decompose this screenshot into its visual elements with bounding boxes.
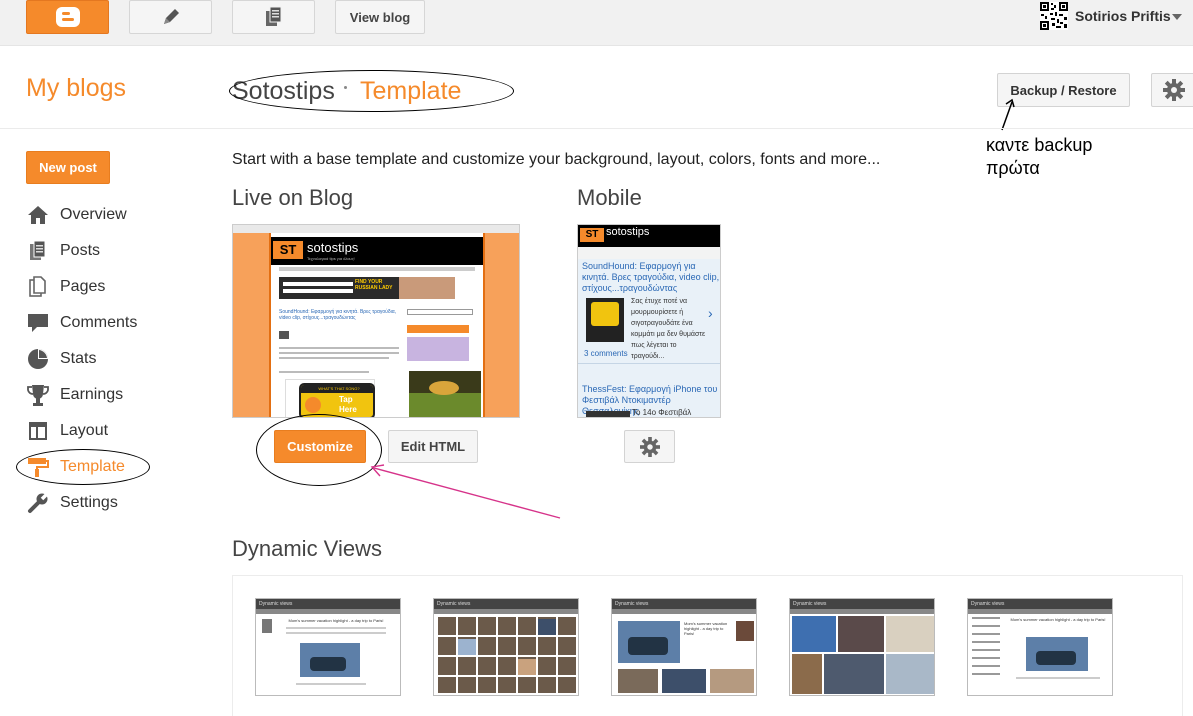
gear-icon bbox=[639, 436, 660, 457]
dynamic-view-headline: Mom's summer vacation highlight - a day … bbox=[288, 618, 384, 623]
sidebar-item-overview[interactable]: Overview bbox=[26, 203, 176, 227]
sidebar-item-label: Layout bbox=[60, 422, 109, 439]
dynamic-view-flipcard[interactable]: Dynamic views bbox=[433, 598, 579, 696]
sidebar-item-settings[interactable]: Settings bbox=[26, 491, 176, 515]
my-blogs-link[interactable]: My blogs bbox=[26, 74, 126, 103]
dynamic-view-title: Dynamic views bbox=[968, 599, 1112, 609]
customize-button[interactable]: Customize bbox=[274, 430, 366, 463]
sidebar-item-earnings[interactable]: Earnings bbox=[26, 383, 176, 407]
sidebar-item-stats[interactable]: Stats bbox=[26, 347, 176, 371]
sidebar-item-label: Posts bbox=[60, 242, 101, 259]
preview-ad-text: FIND YOUR RUSSIAN LADY bbox=[355, 279, 393, 291]
pages-icon bbox=[26, 276, 50, 298]
preview-app-badge-top: WHAT'S THAT SONG? bbox=[301, 385, 373, 393]
preview-blog-title: sotostips bbox=[307, 240, 359, 255]
dynamic-view-magazine[interactable]: Dynamic views Mom's summer vacation high… bbox=[611, 598, 757, 696]
sidebar-item-label: Earnings bbox=[60, 386, 124, 403]
view-blog-button[interactable]: View blog bbox=[335, 0, 425, 34]
username[interactable]: Sotirios Priftis bbox=[1075, 8, 1171, 24]
template-highlight-oval bbox=[16, 449, 150, 485]
preview-menu bbox=[279, 267, 475, 271]
preview-side-image bbox=[409, 371, 481, 417]
preview-tagline: Τεχνολογικά tips για όλους! bbox=[307, 256, 355, 261]
sidebar-item-label: Comments bbox=[60, 314, 138, 331]
live-template-preview[interactable]: ST sotostips Τεχνολογικά tips για όλους!… bbox=[232, 224, 520, 418]
sidebar-item-comments[interactable]: Comments bbox=[26, 311, 176, 335]
annotation-pink-arrow-icon bbox=[370, 464, 561, 519]
sidebar-item-label: Stats bbox=[60, 350, 97, 367]
annotation-line-2: πρώτα bbox=[986, 158, 1040, 178]
dynamic-view-headline: Mom's summer vacation highlight - a day … bbox=[684, 621, 728, 636]
blogger-logo-button[interactable] bbox=[26, 0, 109, 34]
dynamic-view-title: Dynamic views bbox=[434, 599, 578, 609]
wrench-icon bbox=[26, 492, 50, 514]
preview-navbar bbox=[233, 225, 519, 233]
new-post-button[interactable]: New post bbox=[26, 151, 110, 184]
mobile-preview-post2-snippet: Το 14ο Φεστιβάλ bbox=[632, 408, 692, 417]
mobile-settings-button[interactable] bbox=[624, 430, 675, 463]
dynamic-view-title: Dynamic views bbox=[790, 599, 934, 609]
annotation-arrow-icon bbox=[1001, 98, 1015, 131]
chevron-down-icon[interactable] bbox=[1172, 14, 1182, 20]
gear-icon bbox=[1162, 79, 1185, 101]
preview-app-badge-text: Tap Here bbox=[339, 395, 357, 414]
sidebar-item-label: Overview bbox=[60, 206, 127, 223]
mobile-preview-post1-title: SoundHound: Εφαρμογή για κινητά. Βρες τρ… bbox=[582, 261, 720, 293]
mobile-preview-post1-snippet: Σας έτυχε ποτέ να μουρμουρίσετε ή σιγοτρ… bbox=[631, 298, 706, 360]
dynamic-view-classic[interactable]: Dynamic views Mom's summer vacation high… bbox=[255, 598, 401, 696]
copy-icon bbox=[265, 6, 281, 26]
edit-html-button[interactable]: Edit HTML bbox=[388, 430, 478, 463]
mobile-heading: Mobile bbox=[577, 185, 642, 210]
top-bar: View blog Sotirios Priftis bbox=[0, 0, 1193, 46]
mobile-template-preview[interactable]: ST sotostips SoundHound: Εφαρμογή για κι… bbox=[577, 224, 721, 418]
mobile-preview-header: ST sotostips bbox=[578, 225, 720, 247]
annotation-line-1: καντε backup bbox=[986, 135, 1093, 155]
qr-code-icon bbox=[1040, 2, 1068, 30]
pencil-icon bbox=[163, 9, 179, 24]
settings-gear-button[interactable] bbox=[1151, 73, 1193, 107]
preview-post-title: SoundHound: Εφαρμογή για κινητά. Βρες τρ… bbox=[279, 309, 397, 321]
layout-icon bbox=[26, 420, 50, 442]
mobile-preview-post1-image bbox=[586, 298, 624, 342]
blogger-logo-icon bbox=[55, 7, 80, 27]
posts-icon bbox=[26, 240, 50, 262]
new-post-pencil-button[interactable] bbox=[129, 0, 212, 34]
home-icon bbox=[26, 204, 50, 226]
mobile-preview-comments: 3 comments bbox=[584, 349, 628, 358]
pie-chart-icon bbox=[26, 348, 50, 370]
dynamic-view-sidebar[interactable]: Dynamic views Mom's summer vacation high… bbox=[967, 598, 1113, 696]
dynamic-view-headline: Mom's summer vacation highlight - a day … bbox=[1010, 617, 1106, 622]
dynamic-view-title: Dynamic views bbox=[256, 599, 400, 609]
header-divider bbox=[0, 128, 1193, 129]
sidebar-item-label: Pages bbox=[60, 278, 106, 295]
preview-header: ST sotostips Τεχνολογικά tips για όλους! bbox=[271, 237, 483, 265]
dynamic-views-heading: Dynamic Views bbox=[232, 536, 382, 561]
dynamic-view-title: Dynamic views bbox=[612, 599, 756, 609]
mobile-preview-title: sotostips bbox=[606, 226, 650, 238]
comments-icon bbox=[26, 312, 50, 334]
preview-app-badge: WHAT'S THAT SONG? Tap Here bbox=[299, 383, 375, 417]
dynamic-view-mosaic[interactable]: Dynamic views bbox=[789, 598, 935, 696]
sidebar-item-label: Settings bbox=[60, 494, 118, 511]
posts-list-button[interactable] bbox=[232, 0, 315, 34]
trophy-icon bbox=[26, 384, 50, 406]
intro-text: Start with a base template and customize… bbox=[232, 151, 881, 168]
title-highlight-oval bbox=[229, 70, 514, 112]
preview-ad-banner: FIND YOUR RUSSIAN LADY bbox=[279, 277, 455, 299]
sidebar-item-pages[interactable]: Pages bbox=[26, 275, 176, 299]
sidebar-item-posts[interactable]: Posts bbox=[26, 239, 176, 263]
chevron-right-icon: › bbox=[708, 305, 713, 321]
live-on-blog-heading: Live on Blog bbox=[232, 185, 354, 210]
annotation-note: καντε backup πρώτα bbox=[986, 134, 1166, 180]
sidebar-item-layout[interactable]: Layout bbox=[26, 419, 176, 443]
